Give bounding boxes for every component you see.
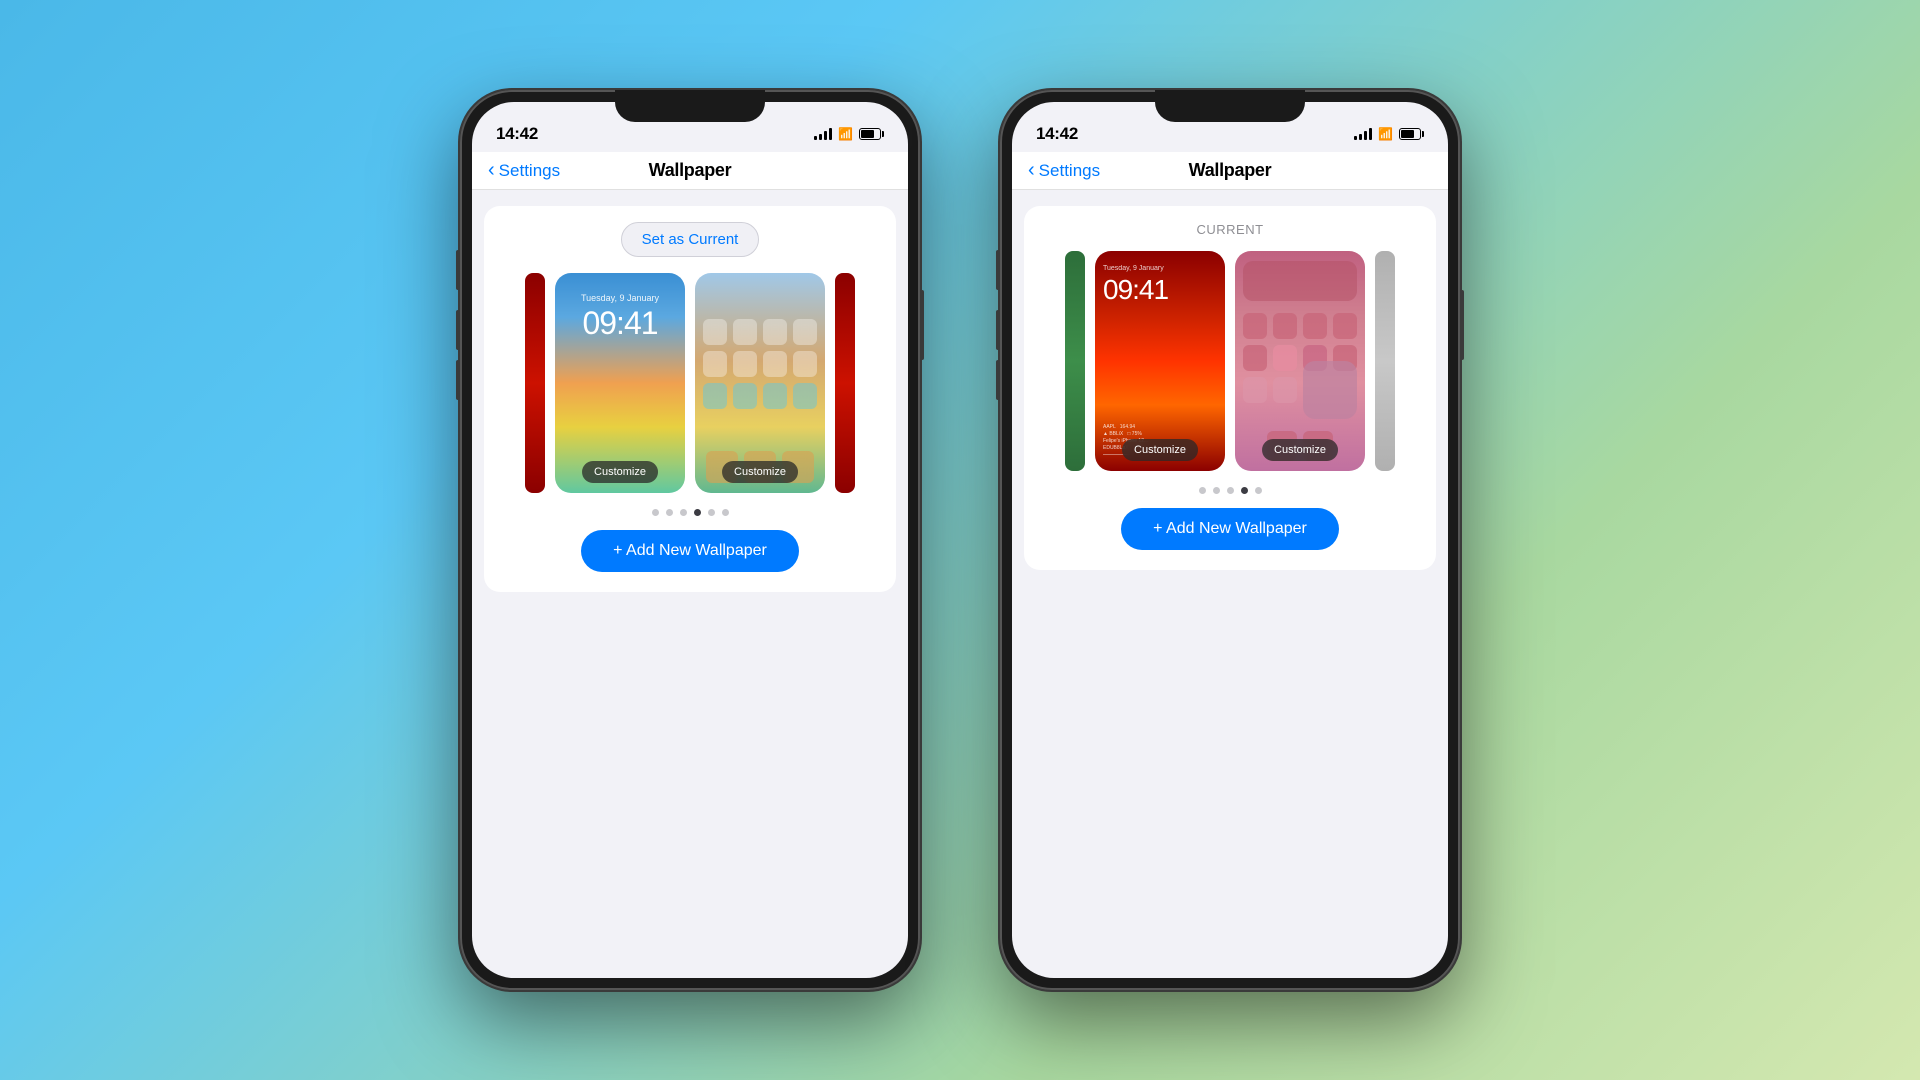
dot-1-3 xyxy=(680,509,687,516)
dot-2-1 xyxy=(1199,487,1206,494)
nav-bar-2: ‹ Settings Wallpaper xyxy=(1012,152,1448,190)
dot-1-4 xyxy=(694,509,701,516)
side-peek-right-1 xyxy=(835,273,855,493)
lock-date-1: Tuesday, 9 January xyxy=(581,293,659,303)
side-peek-right-2 xyxy=(1375,251,1395,471)
back-label-1: Settings xyxy=(499,161,560,181)
side-peek-left-1 xyxy=(525,273,545,493)
status-icons-2: 📶 xyxy=(1354,127,1424,141)
current-label: CURRENT xyxy=(1196,222,1263,237)
app-row-1 xyxy=(703,319,817,345)
lock-time-1: 09:41 xyxy=(582,305,657,342)
battery-icon-2 xyxy=(1399,128,1424,140)
phone-1: 14:42 📶 ‹ Settings W xyxy=(460,90,920,990)
lock-screen-preview-2[interactable]: Tuesday, 9 January 09:41 AAPL 164.94 ▲ B… xyxy=(1095,251,1225,471)
back-button-2[interactable]: ‹ Settings xyxy=(1028,160,1100,182)
wallpaper-scroll-1[interactable]: Tuesday, 9 January 09:41 Customize xyxy=(525,273,855,493)
chevron-left-icon-2: ‹ xyxy=(1028,159,1035,182)
lock-time-2: 09:41 xyxy=(1103,274,1168,306)
screen-2: 14:42 📶 ‹ Settings W xyxy=(1012,102,1448,978)
home-pink-content xyxy=(1235,251,1365,471)
lock-customize-btn-1[interactable]: Customize xyxy=(582,461,658,483)
set-current-pill[interactable]: Set as Current xyxy=(621,222,760,257)
screen-1: 14:42 📶 ‹ Settings W xyxy=(472,102,908,978)
home-screen-preview-1[interactable]: Customize xyxy=(695,273,825,493)
status-time-1: 14:42 xyxy=(496,124,538,144)
lock-red-content: Tuesday, 9 January 09:41 AAPL 164.94 ▲ B… xyxy=(1095,251,1225,471)
battery-icon-1 xyxy=(859,128,884,140)
side-peek-left-2 xyxy=(1065,251,1085,471)
notch-2 xyxy=(1155,90,1305,122)
content-2: CURRENT Tuesday, 9 January 09:41 AAPL 1 xyxy=(1012,190,1448,586)
add-wallpaper-btn-1[interactable]: + Add New Wallpaper xyxy=(581,530,799,572)
notch-1 xyxy=(615,90,765,122)
content-1: Set as Current Tuesday, 9 January 09:41 … xyxy=(472,190,908,608)
dot-2-2 xyxy=(1213,487,1220,494)
status-time-2: 14:42 xyxy=(1036,124,1078,144)
nav-bar-1: ‹ Settings Wallpaper xyxy=(472,152,908,190)
dot-1-6 xyxy=(722,509,729,516)
lock-customize-btn-2[interactable]: Customize xyxy=(1122,439,1198,461)
signal-icon-1 xyxy=(814,128,832,140)
lock-date-2: Tuesday, 9 January xyxy=(1103,265,1164,272)
page-dots-2 xyxy=(1199,487,1262,494)
wallpaper-scroll-2[interactable]: Tuesday, 9 January 09:41 AAPL 164.94 ▲ B… xyxy=(1065,251,1395,471)
home-customize-btn-1[interactable]: Customize xyxy=(722,461,798,483)
home-screen-preview-2[interactable]: Customize xyxy=(1235,251,1365,471)
home-content-1 xyxy=(695,273,825,493)
status-icons-1: 📶 xyxy=(814,127,884,141)
lock-content-1: Tuesday, 9 January 09:41 xyxy=(555,273,685,493)
back-label-2: Settings xyxy=(1039,161,1100,181)
chevron-left-icon-1: ‹ xyxy=(488,159,495,182)
add-wallpaper-btn-2[interactable]: + Add New Wallpaper xyxy=(1121,508,1339,550)
page-title-2: Wallpaper xyxy=(1189,160,1272,181)
home-customize-btn-2[interactable]: Customize xyxy=(1262,439,1338,461)
dot-2-5 xyxy=(1255,487,1262,494)
app-row-p3 xyxy=(1243,377,1357,419)
wallpaper-card-1: Set as Current Tuesday, 9 January 09:41 … xyxy=(484,206,896,592)
wallpaper-card-2: CURRENT Tuesday, 9 January 09:41 AAPL 1 xyxy=(1024,206,1436,570)
app-row-p1 xyxy=(1243,313,1357,339)
app-row-2 xyxy=(703,351,817,377)
phone-2: 14:42 📶 ‹ Settings W xyxy=(1000,90,1460,990)
dot-1-1 xyxy=(652,509,659,516)
back-button-1[interactable]: ‹ Settings xyxy=(488,160,560,182)
dot-1-2 xyxy=(666,509,673,516)
dot-1-5 xyxy=(708,509,715,516)
lock-screen-preview-1[interactable]: Tuesday, 9 January 09:41 Customize xyxy=(555,273,685,493)
signal-icon-2 xyxy=(1354,128,1372,140)
page-dots-1 xyxy=(652,509,729,516)
page-title-1: Wallpaper xyxy=(649,160,732,181)
wifi-icon-1: 📶 xyxy=(838,127,853,141)
phones-container: 14:42 📶 ‹ Settings W xyxy=(460,90,1460,990)
wifi-icon-2: 📶 xyxy=(1378,127,1393,141)
dot-2-4 xyxy=(1241,487,1248,494)
app-row-3 xyxy=(703,383,817,409)
dot-2-3 xyxy=(1227,487,1234,494)
